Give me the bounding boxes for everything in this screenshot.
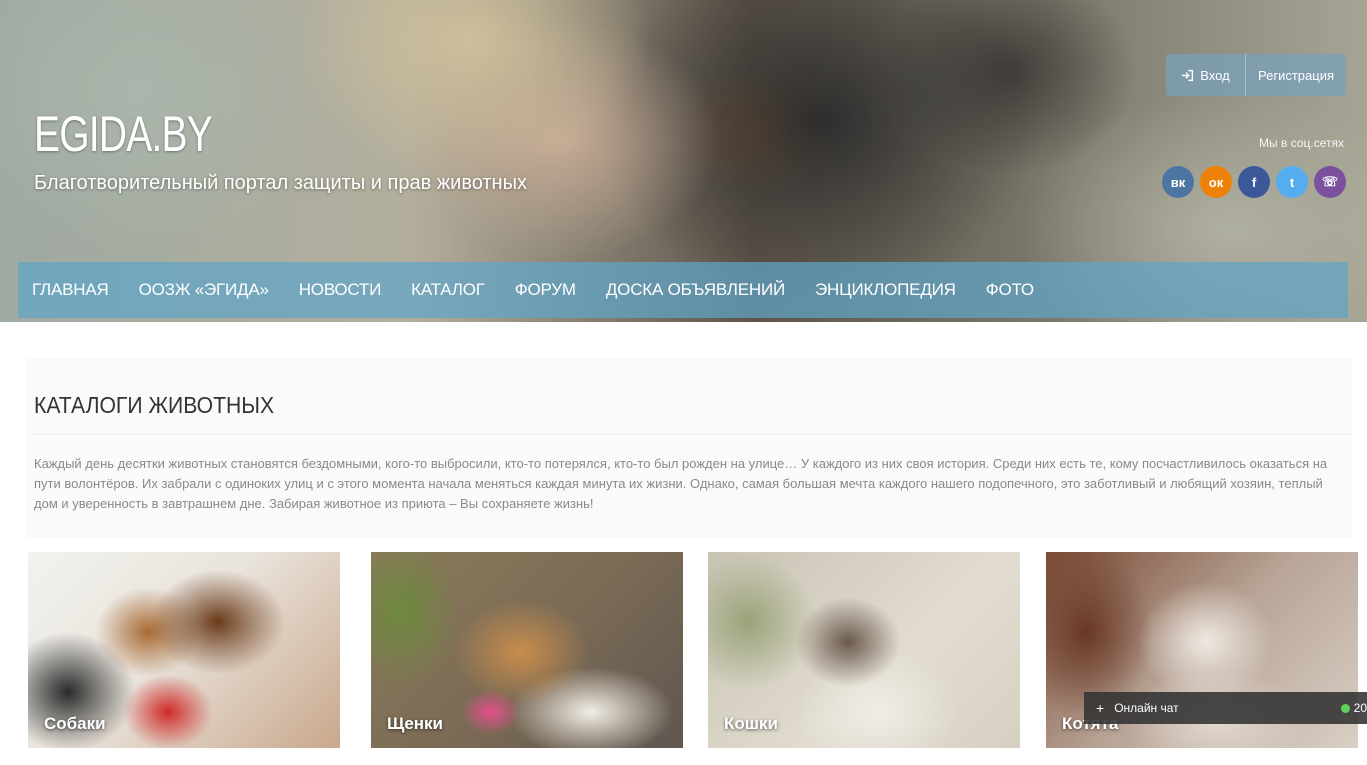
nav-item-home[interactable]: Главная [32, 280, 109, 300]
nav-item-egida[interactable]: ООЗЖ «Эгида» [139, 280, 269, 300]
nav-item-board[interactable]: Доска объявлений [606, 280, 785, 300]
main-content: КАТАЛОГИ ЖИВОТНЫХ Каждый день десятки жи… [0, 322, 1367, 765]
header-banner: EGIDA.BY Благотворительный портал защиты… [0, 0, 1367, 322]
site-tagline: Благотворительный портал защиты и прав ж… [34, 172, 527, 194]
register-button[interactable]: Регистрация [1246, 54, 1346, 96]
login-button[interactable]: Вход [1166, 54, 1246, 96]
nav-item-encyclopedia[interactable]: Энциклопедия [815, 280, 956, 300]
card-puppies[interactable]: Щенки [371, 552, 683, 748]
card-label: Щенки [387, 714, 444, 733]
social-block: Мы в соц.сетях вк ок f t ☏ [1150, 136, 1350, 198]
facebook-icon[interactable]: f [1238, 166, 1270, 198]
card-cats[interactable]: Кошки [708, 552, 1020, 748]
page-title: КАТАЛОГИ ЖИВОТНЫХ [34, 392, 275, 418]
online-chat-widget[interactable]: + Онлайн чат 20 [1084, 692, 1367, 724]
card-label: Кошки [724, 714, 778, 733]
auth-panel: Вход Регистрация [1166, 54, 1346, 96]
sign-in-icon [1182, 69, 1194, 81]
vk-icon[interactable]: вк [1162, 166, 1194, 198]
card-label: Собаки [44, 714, 106, 733]
odnoklassniki-icon[interactable]: ок [1200, 166, 1232, 198]
nav-item-photo[interactable]: Фото [986, 280, 1034, 300]
twitter-icon[interactable]: t [1276, 166, 1308, 198]
catalog-intro: КАТАЛОГИ ЖИВОТНЫХ Каждый день десятки жи… [26, 358, 1352, 538]
online-dot-icon [1340, 703, 1350, 713]
intro-text: Каждый день десятки животных становятся … [34, 456, 1328, 511]
brand: EGIDA.BY Благотворительный портал защиты… [34, 106, 527, 195]
site-logo[interactable]: EGIDA.BY [34, 106, 419, 162]
chat-count: 20 [1353, 701, 1367, 715]
chat-status: 20 [1340, 701, 1367, 715]
plus-icon: + [1096, 700, 1105, 716]
main-nav: Главная ООЗЖ «Эгида» Новости Каталог Фор… [18, 262, 1348, 318]
social-links: вк ок f t ☏ [1150, 166, 1350, 198]
card-dogs[interactable]: Собаки [28, 552, 340, 748]
chat-label: Онлайн чат [1114, 701, 1179, 715]
viber-icon[interactable]: ☏ [1314, 166, 1346, 198]
login-label: Вход [1200, 67, 1230, 83]
nav-item-forum[interactable]: Форум [515, 280, 576, 300]
social-label: Мы в соц.сетях [1259, 136, 1344, 150]
title-divider [34, 434, 1352, 435]
nav-item-catalog[interactable]: Каталог [411, 280, 485, 300]
nav-item-news[interactable]: Новости [299, 280, 382, 300]
